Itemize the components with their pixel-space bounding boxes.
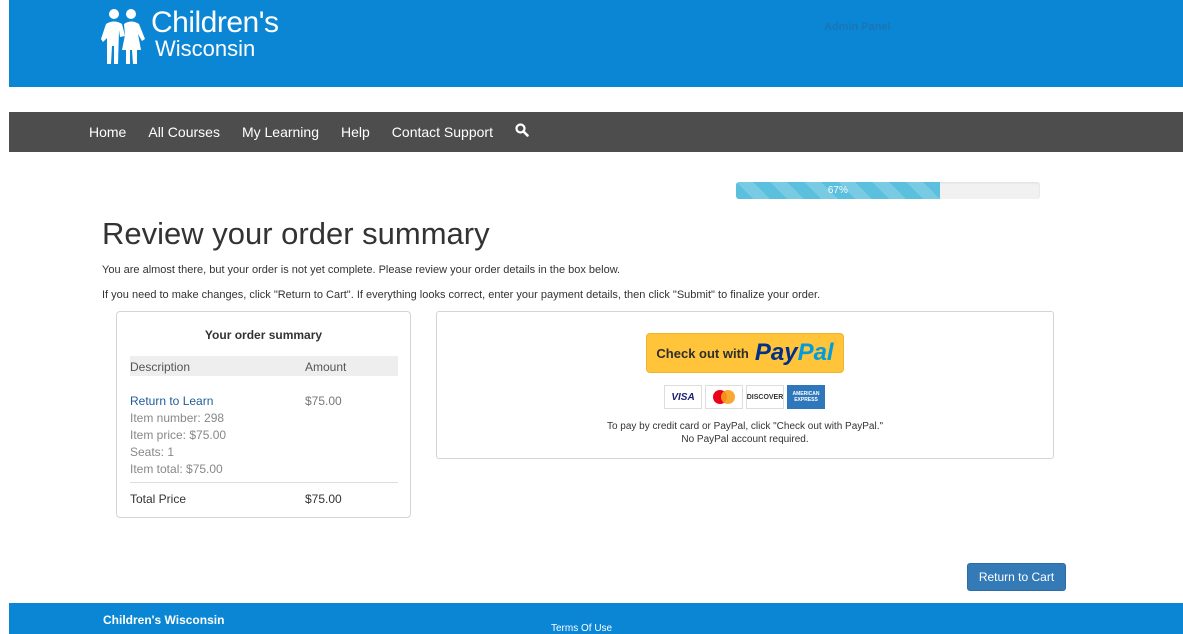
nav-item-home[interactable]: Home — [89, 124, 126, 140]
item-seats: Seats: 1 — [130, 445, 175, 459]
visa-card-icon: VISA — [664, 385, 702, 409]
paypal-logo-pay: Pay — [754, 339, 798, 366]
nav-item-all-courses[interactable]: All Courses — [148, 124, 220, 140]
footer-brand: Children's Wisconsin — [103, 613, 225, 627]
admin-panel-link[interactable]: Admin Panel — [824, 21, 891, 33]
item-total: Item total: $75.00 — [130, 462, 223, 476]
paypal-logo-pal: Pal — [797, 339, 834, 366]
order-item-amount: $75.00 — [305, 394, 342, 408]
nav-item-help[interactable]: Help — [341, 124, 370, 140]
logo-text: Children's Wisconsin — [151, 6, 279, 61]
order-item-name-link[interactable]: Return to Learn — [130, 394, 213, 408]
item-number: Item number: 298 — [130, 411, 225, 425]
progress-fill: 67% — [736, 182, 940, 199]
page-title: Review your order summary — [102, 216, 490, 251]
site-header: Children's Wisconsin Admin Panel — [9, 0, 1183, 87]
main-navbar: Home All Courses My Learning Help Contac… — [9, 112, 1183, 152]
payment-instructions: To pay by credit card or PayPal, click "… — [606, 421, 884, 445]
item-price: Item price: $75.00 — [130, 428, 227, 442]
nav-item-my-learning[interactable]: My Learning — [242, 124, 319, 140]
discover-card-icon: DISCOVER — [746, 385, 784, 409]
paypal-checkout-button[interactable]: Check out with Pay Pal — [646, 333, 844, 373]
paypal-button-text: Check out with — [656, 345, 749, 361]
order-summary-title: Your order summary — [204, 328, 323, 342]
column-header-description: Description — [130, 360, 191, 374]
intro-text-2: If you need to make changes, click "Retu… — [102, 289, 821, 301]
total-price-label: Total Price — [130, 492, 187, 506]
column-header-amount: Amount — [305, 360, 347, 374]
return-to-cart-button[interactable]: Return to Cart — [967, 563, 1066, 591]
amex-card-icon: AMERICAN EXPRESS — [787, 385, 825, 409]
logo-brand-line2: Wisconsin — [155, 36, 256, 61]
site-footer: Children's Wisconsin Terms Of Use — [9, 603, 1183, 634]
nav-item-contact-support[interactable]: Contact Support — [392, 124, 493, 140]
search-icon[interactable] — [515, 123, 529, 141]
children-figures-icon — [101, 9, 145, 64]
summary-divider — [130, 482, 398, 483]
order-summary-header-row: Description Amount — [130, 356, 398, 376]
order-summary-panel: Your order summary Description Amount Re… — [116, 311, 411, 518]
terms-of-use-link[interactable]: Terms Of Use — [551, 623, 612, 634]
mastercard-icon — [705, 385, 743, 409]
total-price-amount: $75.00 — [305, 492, 342, 506]
accepted-cards: VISA DISCOVER AMERICAN EXPRESS — [664, 385, 828, 409]
payment-panel: Check out with Pay Pal VISA DISCOVER AMER… — [436, 311, 1054, 459]
left-frame-edge — [0, 0, 9, 634]
checkout-progress-bar: 67% — [736, 182, 1040, 199]
intro-text-1: You are almost there, but your order is … — [102, 264, 621, 276]
logo-brand-line1: Children's — [151, 6, 279, 39]
site-logo[interactable]: Children's Wisconsin — [101, 6, 279, 64]
